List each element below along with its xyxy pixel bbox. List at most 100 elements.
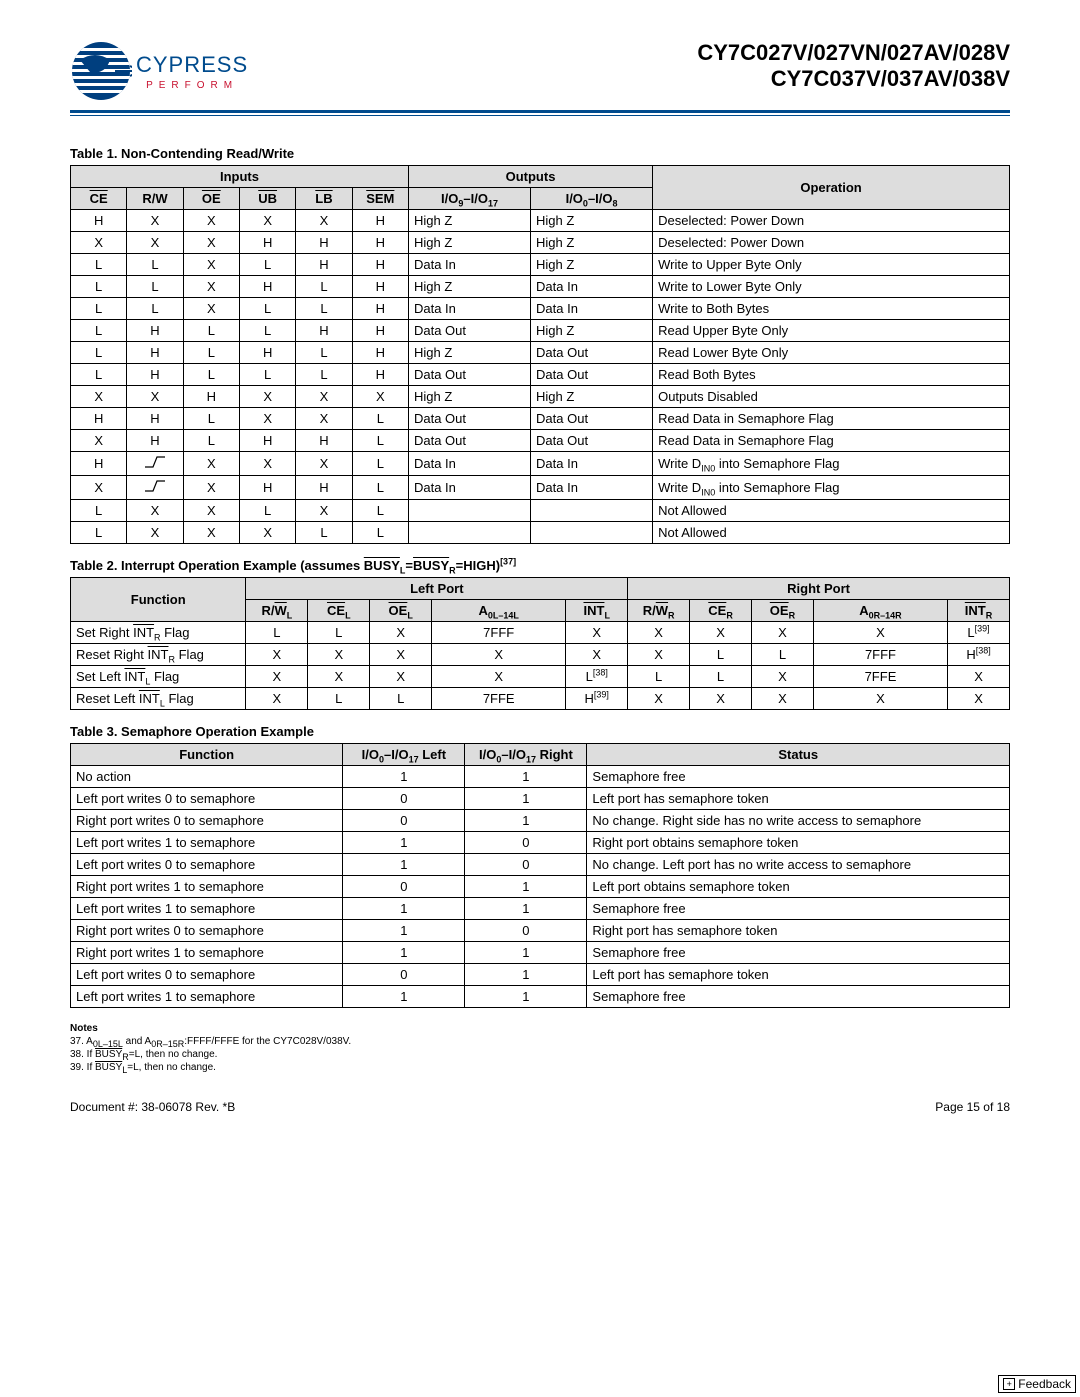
table-cell: No change. Right side has no write acces… [587, 810, 1010, 832]
table-cell: 1 [343, 832, 465, 854]
table-cell: Write DIN0 into Semaphore Flag [653, 452, 1010, 476]
table1-title: Table 1. Non-Contending Read/Write [70, 146, 1010, 161]
table-row: LHLLHHData OutHigh ZRead Upper Byte Only [71, 320, 1010, 342]
table-cell: L [752, 644, 814, 666]
table-cell: L [239, 320, 295, 342]
table-cell: Data Out [531, 364, 653, 386]
table-cell: X [352, 386, 408, 408]
table-cell: L [71, 522, 127, 544]
table-cell: Right port writes 1 to semaphore [71, 942, 343, 964]
logo: CYPRESS PERFORM [70, 40, 248, 102]
table-cell: L [183, 320, 239, 342]
table-row: LLXLHHData InHigh ZWrite to Upper Byte O… [71, 254, 1010, 276]
table-row: Left port writes 0 to semaphore10No chan… [71, 854, 1010, 876]
table-cell: L [183, 430, 239, 452]
table-cell: X [183, 452, 239, 476]
t1-col-io-high: I/O9–I/O17 [408, 188, 530, 210]
table-cell: 0 [343, 964, 465, 986]
table-cell: L [308, 622, 370, 644]
table-cell: L [296, 276, 352, 298]
table-cell: Left port has semaphore token [587, 788, 1010, 810]
table-cell: 1 [343, 898, 465, 920]
table-cell: X [628, 644, 690, 666]
table-cell: H[39] [566, 688, 628, 710]
table-cell: H [239, 232, 295, 254]
page-number: Page 15 of 18 [935, 1100, 1010, 1114]
table-cell: No action [71, 766, 343, 788]
table-cell: Read Both Bytes [653, 364, 1010, 386]
globe-icon [70, 40, 132, 102]
table-cell: L [296, 522, 352, 544]
table2: Function Left Port Right Port R/WL CEL O… [70, 577, 1010, 710]
table-cell: X [246, 644, 308, 666]
table-cell: High Z [408, 386, 530, 408]
table-cell: X [432, 644, 566, 666]
table-cell: H[38] [948, 644, 1010, 666]
table-cell: Data In [408, 298, 530, 320]
table-cell: H [352, 342, 408, 364]
table-cell: Left port obtains semaphore token [587, 876, 1010, 898]
table-cell: X [948, 666, 1010, 688]
table-cell: L [71, 254, 127, 276]
rising-edge-icon [144, 479, 166, 493]
table-cell: X [71, 430, 127, 452]
table-cell: Right port writes 0 to semaphore [71, 810, 343, 832]
table-cell [408, 522, 530, 544]
table-cell: Data In [531, 452, 653, 476]
t2-col-oer: OER [752, 600, 814, 622]
table-cell: H [71, 408, 127, 430]
doc-number: Document #: 38-06078 Rev. *B [70, 1100, 235, 1114]
table-cell: L [239, 500, 295, 522]
table1-outputs-header: Outputs [408, 166, 652, 188]
table-cell: Read Upper Byte Only [653, 320, 1010, 342]
table-row: Left port writes 1 to semaphore11Semapho… [71, 898, 1010, 920]
table-cell: L [296, 342, 352, 364]
table-cell: L [71, 364, 127, 386]
table-cell: Not Allowed [653, 500, 1010, 522]
table-cell: L [71, 276, 127, 298]
feedback-button[interactable]: + Feedback [998, 1375, 1076, 1393]
table-cell: X [370, 666, 432, 688]
t2-col-rwr: R/WR [628, 600, 690, 622]
table-row: LXXLXLNot Allowed [71, 500, 1010, 522]
page-footer: Document #: 38-06078 Rev. *B Page 15 of … [70, 1100, 1010, 1114]
table-cell: Read Lower Byte Only [653, 342, 1010, 364]
t1-col-sem: SEM [352, 188, 408, 210]
table-cell: X [183, 500, 239, 522]
table-cell: H [296, 254, 352, 276]
table-cell: X [813, 688, 947, 710]
table-cell: H [352, 364, 408, 386]
table-row: XXXHHHHigh ZHigh ZDeselected: Power Down [71, 232, 1010, 254]
table-cell: 0 [465, 832, 587, 854]
table-cell: H [127, 408, 183, 430]
table-cell: 1 [465, 964, 587, 986]
table-cell: 7FFF [432, 622, 566, 644]
table-cell: L [370, 688, 432, 710]
table-cell: 0 [343, 788, 465, 810]
table-cell: H [127, 364, 183, 386]
table-cell: Data Out [408, 320, 530, 342]
table-cell: H [71, 452, 127, 476]
t2-col-al: A0L–14L [432, 600, 566, 622]
table-row: XXHHLData InData InWrite DIN0 into Semap… [71, 476, 1010, 500]
table-row: Set Right INTR FlagLLX7FFFXXXXXL[39] [71, 622, 1010, 644]
table-cell: H [239, 430, 295, 452]
table-cell: Data Out [531, 408, 653, 430]
note-39: 39. If BUSYL=L, then no change. [70, 1061, 1010, 1074]
table-row: XHLHHLData OutData OutRead Data in Semap… [71, 430, 1010, 452]
table-cell: 7FFF [813, 644, 947, 666]
table-cell: L [308, 688, 370, 710]
table-cell: No change. Left port has no write access… [587, 854, 1010, 876]
t3-col-ioleft: I/O0–I/O17 Left [343, 744, 465, 766]
table-row: Left port writes 1 to semaphore11Semapho… [71, 986, 1010, 1008]
table-cell: L [127, 298, 183, 320]
table-cell: X [246, 666, 308, 688]
table-cell: H [352, 232, 408, 254]
table-cell: Data Out [408, 408, 530, 430]
table-cell: X [71, 232, 127, 254]
table-cell: X [628, 688, 690, 710]
table-cell: X [183, 254, 239, 276]
table-cell: X [948, 688, 1010, 710]
table-cell: X [183, 276, 239, 298]
t2-right-port: Right Port [628, 578, 1010, 600]
